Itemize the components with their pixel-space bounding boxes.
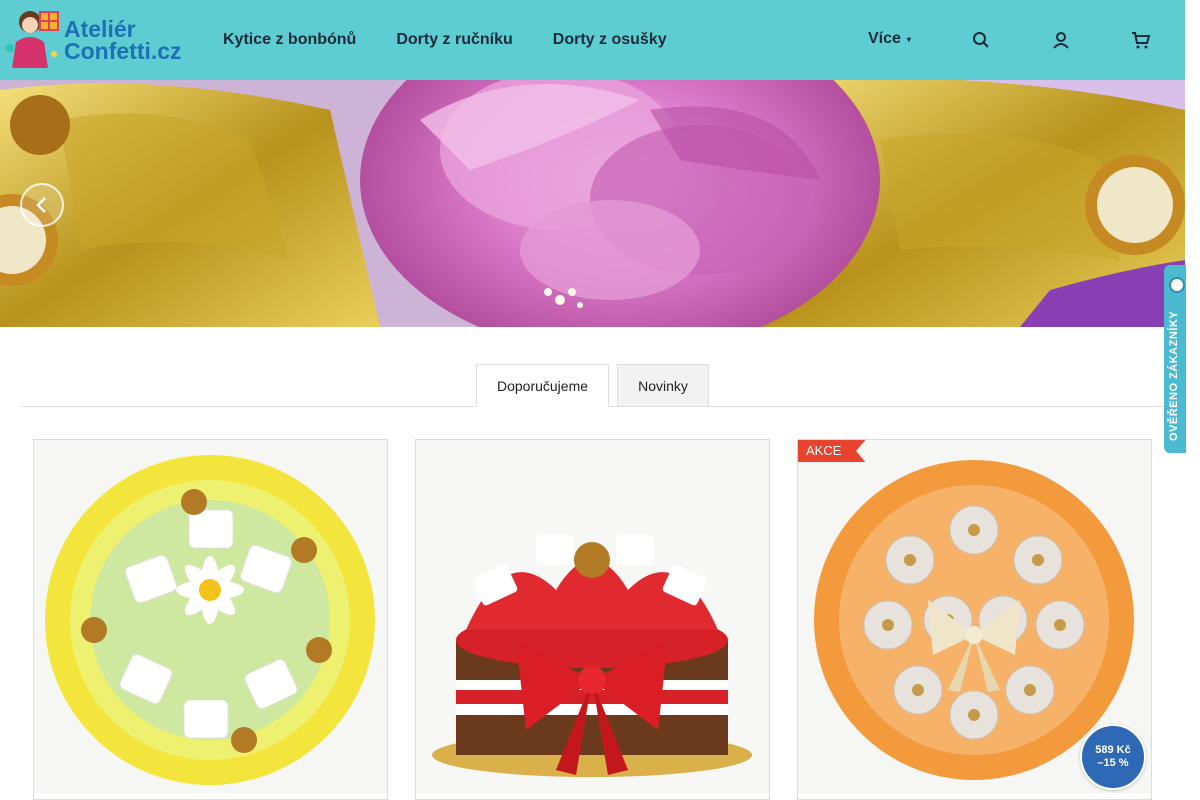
- logo-woman-icon: [6, 11, 59, 68]
- site-logo[interactable]: Ateliér Confetti.cz: [4, 8, 184, 72]
- main-nav: Kytice z bonbónů Dorty z ručníku Dorty z…: [203, 0, 687, 80]
- chocolate-cake-image: [416, 440, 769, 793]
- sale-badge: AKCE: [798, 440, 866, 462]
- nav-item-kytice[interactable]: Kytice z bonbónů: [203, 31, 376, 49]
- tab-doporucujeme[interactable]: Doporučujeme: [476, 364, 609, 407]
- nav-more-dropdown[interactable]: Více ▾: [868, 30, 911, 48]
- page: Ateliér Confetti.cz Kytice z bonbónů Dor…: [0, 0, 1200, 800]
- chevron-down-icon: ▾: [906, 34, 911, 44]
- logo-line-1: Ateliér: [64, 16, 136, 42]
- cart-icon[interactable]: [1129, 28, 1153, 52]
- nav-item-dorty-rucnik[interactable]: Dorty z ručníku: [376, 31, 532, 49]
- discount-value: –15 %: [1097, 757, 1129, 769]
- product-tabs: Doporučujeme Novinky: [20, 364, 1165, 407]
- product-grid: AKCE: [33, 439, 1153, 800]
- nav-item-dorty-osusky[interactable]: Dorty z osušky: [533, 31, 687, 49]
- logo-line-2: Confetti.cz: [64, 38, 182, 64]
- product-card[interactable]: [33, 439, 388, 800]
- product-card[interactable]: [415, 439, 770, 800]
- price-value: 589 Kč: [1095, 744, 1131, 756]
- chevron-left-icon: [36, 197, 46, 213]
- heureka-logo-icon: [1169, 277, 1185, 293]
- hero-prev-button[interactable]: [20, 183, 64, 227]
- search-icon[interactable]: [969, 28, 993, 52]
- verified-reviews-widget[interactable]: OVĚŘENO ZÁKAZNÍKY: [1164, 265, 1186, 453]
- user-icon[interactable]: [1049, 28, 1073, 52]
- widget-label: OVĚŘENO ZÁKAZNÍKY: [1168, 310, 1180, 441]
- nav-more-label: Více: [868, 30, 901, 47]
- price-discount-bubble: 589 Kč –15 %: [1080, 724, 1146, 790]
- site-header: Ateliér Confetti.cz Kytice z bonbónů Dor…: [0, 0, 1185, 80]
- raffaello-bouquet-image: [34, 440, 387, 793]
- tab-novinky[interactable]: Novinky: [617, 364, 709, 407]
